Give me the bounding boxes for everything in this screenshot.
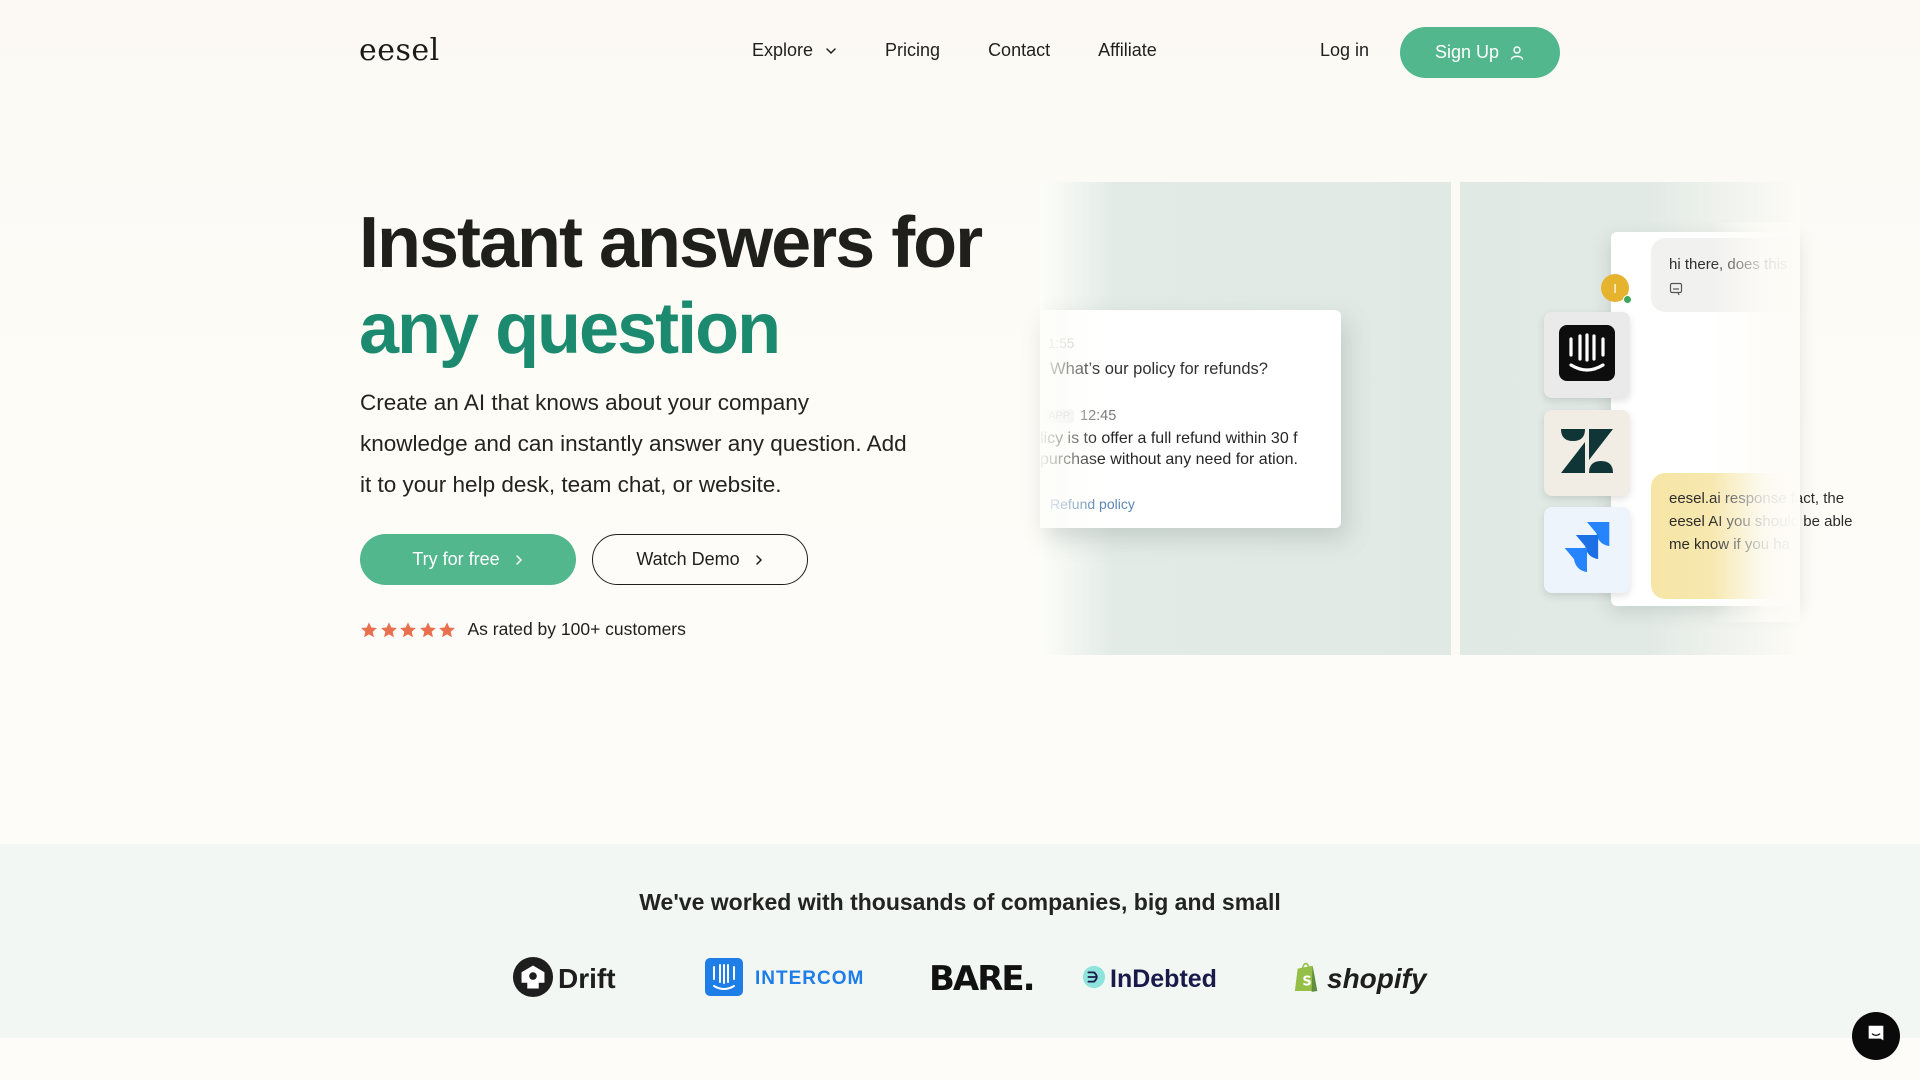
intercom-icon	[705, 957, 743, 1001]
signup-button[interactable]: Sign Up	[1400, 27, 1560, 78]
app-badge: APP	[1044, 409, 1075, 423]
reply-timestamp: 12:45	[1080, 408, 1117, 424]
indebted-wordmark: InDebted	[1110, 964, 1217, 993]
watch-demo-button[interactable]: Watch Demo	[592, 534, 808, 585]
star-rating	[360, 621, 458, 639]
customer-logo-row: Drift INTERCOM BARE. InDebted S shopify	[0, 954, 1920, 1004]
intercom-integration-tile	[1544, 312, 1630, 398]
ai-answer: licy is to offer a full refund within 30…	[1040, 430, 1298, 468]
drift-logo: Drift	[512, 954, 616, 1004]
indebted-logo: InDebted	[1082, 954, 1217, 1004]
user-icon	[1509, 45, 1525, 61]
chevron-down-icon	[825, 45, 837, 57]
hero-subtitle: Create an AI that knows about your compa…	[360, 390, 907, 497]
rating-text: As rated by 100+ customers	[467, 619, 686, 639]
message-timestamp: 1:55	[1048, 336, 1075, 351]
svg-text:S: S	[1302, 974, 1311, 989]
slack-message-card: 1:55 What’s our policy for refunds? APP …	[1040, 310, 1341, 528]
app-reply-header: APP 12:45	[1044, 408, 1116, 424]
drift-icon	[512, 956, 554, 1003]
shopify-icon: S	[1293, 960, 1321, 999]
bare-wordmark: BARE.	[929, 959, 1036, 999]
customer-rating: As rated by 100+ customers	[360, 619, 686, 640]
star-icon	[438, 621, 456, 639]
online-status-dot	[1623, 295, 1632, 304]
top-nav: eesel Explore Pricing Contact Affiliate …	[0, 0, 1920, 106]
indebted-icon	[1082, 965, 1106, 994]
intercom-icon	[1559, 324, 1615, 386]
zendesk-icon	[1559, 427, 1615, 480]
nav-item-pricing[interactable]: Pricing	[885, 40, 940, 61]
intercom-logo: INTERCOM	[705, 954, 864, 1004]
user-message-text: hi there, does this	[1669, 256, 1788, 273]
chevron-right-icon	[754, 554, 764, 566]
shopify-wordmark: shopify	[1327, 963, 1427, 994]
nav-item-affiliate[interactable]: Affiliate	[1098, 40, 1157, 61]
drift-wordmark: Drift	[558, 963, 616, 994]
eesel-logo[interactable]: eesel	[359, 33, 440, 68]
watch-demo-label: Watch Demo	[636, 549, 740, 569]
star-icon	[399, 621, 417, 639]
next-section	[0, 1038, 1920, 1080]
refund-policy-link[interactable]: Refund policy	[1050, 496, 1135, 512]
nav-links: Explore Pricing Contact Affiliate	[752, 40, 1205, 61]
nav-item-contact[interactable]: Contact	[988, 40, 1050, 61]
signup-label: Sign Up	[1434, 42, 1500, 62]
nav-item-explore[interactable]: Explore	[752, 40, 837, 61]
try-for-free-label: Try for free	[412, 549, 500, 569]
star-icon	[380, 621, 398, 639]
hero-title: Instant answers for any question	[359, 200, 983, 372]
chat-widget-card: hi there, does this I eesel.ai response …	[1601, 232, 1852, 606]
shopify-logo: S shopify	[1293, 954, 1427, 1004]
jira-icon	[1561, 520, 1613, 581]
chat-launcher-button[interactable]	[1852, 1012, 1900, 1060]
bare-logo: BARE.	[929, 954, 1036, 1004]
message-icon	[1669, 282, 1683, 296]
hero-title-line1: Instant answers for	[359, 203, 983, 283]
star-icon	[419, 621, 437, 639]
chevron-right-icon	[514, 554, 524, 566]
user-message-bubble: hi there, does this	[1651, 238, 1800, 312]
ai-response-bubble: eesel.ai response fact, the eesel AI you…	[1651, 473, 1852, 599]
product-mockup: 1:55 What’s our policy for refunds? APP …	[1040, 182, 1852, 655]
jira-integration-tile	[1544, 507, 1630, 593]
panel-divider	[1451, 182, 1460, 655]
customer-logos-section	[0, 844, 1920, 1038]
hero-title-accent: any question	[359, 289, 781, 369]
star-icon	[360, 621, 378, 639]
customers-heading: We've worked with thousands of companies…	[639, 889, 1281, 915]
intercom-wordmark: INTERCOM	[755, 968, 865, 989]
chat-icon	[1865, 1023, 1887, 1050]
login-link[interactable]: Log in	[1320, 40, 1369, 61]
zendesk-integration-tile	[1544, 410, 1630, 496]
ai-response-text: eesel.ai response fact, the eesel AI you…	[1669, 490, 1853, 553]
nav-item-label: Explore	[752, 40, 814, 60]
user-question: What’s our policy for refunds?	[1050, 360, 1268, 378]
try-for-free-button[interactable]: Try for free	[360, 534, 576, 585]
